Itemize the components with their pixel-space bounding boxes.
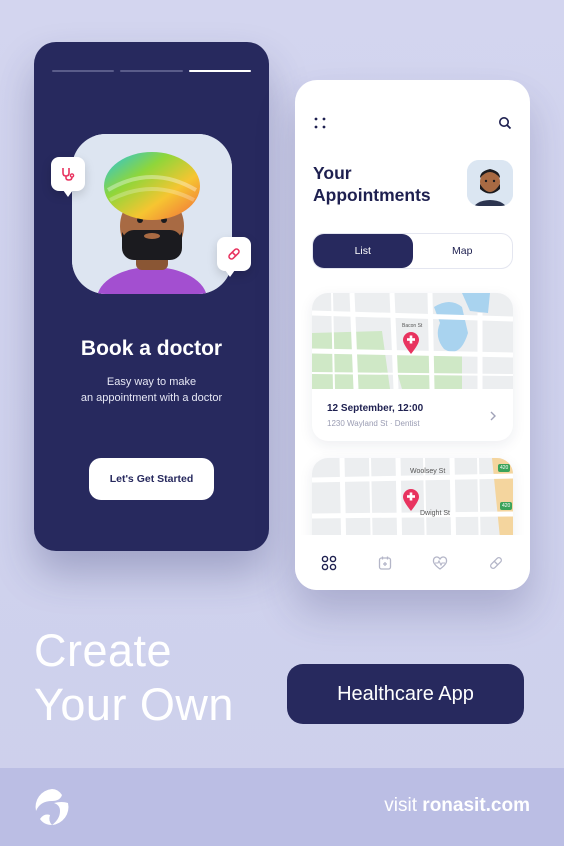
map-route-badge: 420: [500, 502, 513, 510]
tab-map[interactable]: Map: [413, 234, 513, 268]
visit-domain: ronasit.com: [422, 795, 530, 816]
onboarding-screen: Book a doctor Easy way to make an appoin…: [34, 42, 269, 551]
appointment-address: 1230 Wayland St · Dentist: [327, 419, 420, 428]
healthcare-app-button[interactable]: Healthcare App: [287, 664, 524, 724]
title-line: Appointments: [313, 185, 431, 205]
map-route-badge: 420: [498, 464, 511, 472]
title-line: Your: [313, 163, 352, 183]
menu-dots-icon[interactable]: [313, 116, 327, 130]
stethoscope-icon: [51, 157, 85, 197]
visit-prefix: visit: [384, 795, 423, 816]
heart-icon[interactable]: [432, 555, 448, 571]
appointments-screen: Your Appointments List Map Bacon St 12 S…: [295, 80, 530, 590]
onboarding-progress: [52, 70, 251, 72]
progress-step: [52, 70, 115, 72]
onboarding-subtitle: Easy way to make an appointment with a d…: [54, 374, 249, 406]
appointment-card[interactable]: Bacon St 12 September, 12:00 1230 Waylan…: [312, 293, 513, 441]
headline-line: Create: [34, 625, 173, 676]
avatar[interactable]: [467, 160, 513, 206]
subtitle-line: Easy way to make: [106, 376, 197, 388]
doctor-avatar: [72, 134, 232, 294]
search-icon[interactable]: [498, 116, 512, 130]
location-pin-icon: [402, 331, 420, 360]
progress-step: [120, 70, 183, 72]
page-title: Your Appointments: [313, 162, 431, 206]
view-toggle: List Map: [312, 233, 513, 269]
bottom-nav: [295, 535, 530, 590]
ronas-logo-icon[interactable]: [30, 785, 74, 829]
chevron-right-icon: [489, 408, 497, 421]
location-pin-icon: [402, 488, 420, 517]
onboarding-title: Book a doctor: [80, 337, 223, 360]
progress-step-active: [188, 70, 251, 72]
headline-line: Your Own: [34, 679, 234, 730]
pill-icon: [217, 237, 251, 277]
grid-icon[interactable]: [321, 555, 337, 571]
pill-icon[interactable]: [488, 555, 504, 571]
appointment-date: 12 September, 12:00: [327, 403, 424, 414]
map-street-label: Woolsey St: [410, 468, 446, 475]
subtitle-line: an appointment with a doctor: [80, 392, 223, 404]
map-street-label: Dwight St: [420, 510, 450, 517]
promo-headline: Create Your Own: [34, 624, 234, 732]
map-street-label: Bacon St: [402, 323, 423, 329]
calendar-icon[interactable]: [377, 555, 393, 571]
website-link[interactable]: visit ronasit.com: [384, 795, 530, 817]
tab-list[interactable]: List: [313, 234, 413, 268]
get-started-button[interactable]: Let's Get Started: [89, 458, 214, 500]
